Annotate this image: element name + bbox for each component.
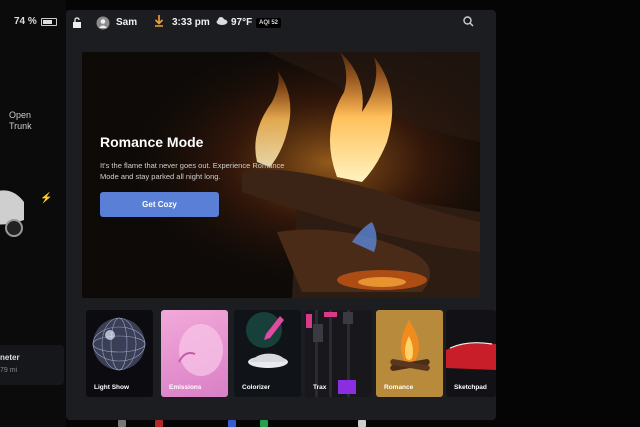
- user-name[interactable]: Sam: [116, 17, 137, 28]
- tile-sketchpad[interactable]: Sketchpad: [446, 310, 496, 397]
- toybox-tiles: Light Show Emissions Colorizer Trax Roma…: [86, 310, 496, 400]
- status-bar: Sam 3:33 pm 97°F AQI 52: [66, 10, 496, 38]
- tile-trax[interactable]: Trax: [305, 310, 372, 397]
- dock-app-icon[interactable]: [260, 420, 268, 427]
- dock-app-icon[interactable]: [228, 420, 236, 427]
- romance-mode-hero: Romance Mode It's the flame that never g…: [82, 52, 480, 298]
- tile-romance[interactable]: Romance: [376, 310, 443, 397]
- lock-icon[interactable]: [72, 17, 82, 29]
- weather-icon: [216, 17, 228, 25]
- dock-app-icon[interactable]: [155, 420, 163, 427]
- aqi-badge: AQI 52: [256, 18, 282, 28]
- search-icon[interactable]: [463, 16, 474, 27]
- charging-icon: ⚡: [40, 193, 53, 204]
- car-status-panel: 74 % Open Trunk ⚡ neter 79 mi: [0, 0, 66, 427]
- open-trunk-button[interactable]: Open Trunk: [9, 110, 32, 132]
- toybox-screen: Sam 3:33 pm 97°F AQI 52 Romance Mode It'…: [66, 10, 496, 420]
- get-cozy-button[interactable]: Get Cozy: [100, 192, 219, 217]
- car-icon: [0, 190, 24, 237]
- tile-emissions[interactable]: Emissions: [161, 310, 228, 397]
- dock-app-icon[interactable]: [118, 420, 126, 427]
- download-icon[interactable]: [154, 15, 164, 27]
- outside-temperature: 97°F: [231, 17, 253, 28]
- tile-light-show[interactable]: Light Show: [86, 310, 153, 397]
- battery-icon: [40, 17, 57, 26]
- app-dock: [100, 418, 400, 427]
- battery-indicator: 74 %: [14, 16, 57, 27]
- battery-percent: 74 %: [14, 16, 37, 27]
- user-icon[interactable]: [96, 16, 110, 30]
- clock: 3:33 pm: [172, 17, 210, 28]
- tile-colorizer[interactable]: Colorizer: [234, 310, 301, 397]
- volume-icon[interactable]: [358, 420, 366, 427]
- hero-description: It's the flame that never goes out. Expe…: [100, 161, 285, 181]
- odometer-card[interactable]: neter 79 mi: [0, 345, 64, 385]
- hero-title: Romance Mode: [100, 134, 204, 150]
